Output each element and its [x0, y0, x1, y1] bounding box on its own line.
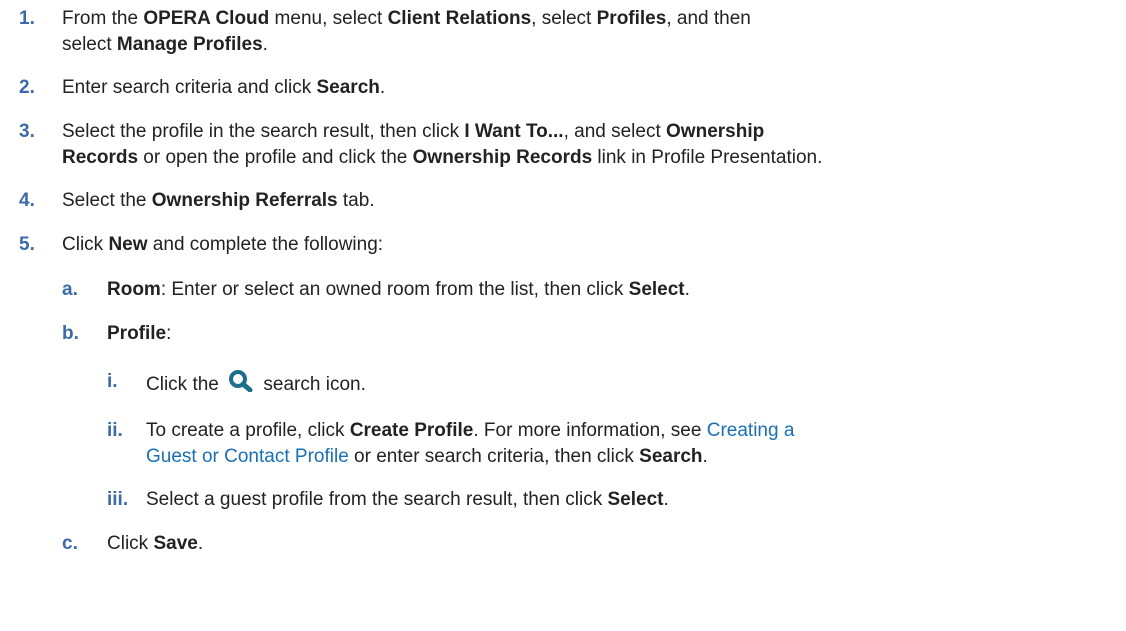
substep-letter: a. [62, 279, 78, 300]
subsubstep-numeral: iii. [107, 489, 129, 510]
ui-term: Records [62, 147, 139, 168]
ui-term: OPERA Cloud [143, 8, 270, 29]
step-text-line: select Manage Profiles. [62, 34, 268, 55]
step-text-line: Enter search criteria and click Search. [62, 77, 386, 98]
step-text-line: Select the Ownership Referrals tab. [62, 190, 375, 211]
step-text-line: Guest or Contact Profile or enter search… [146, 446, 708, 467]
ui-term: I Want To... [464, 121, 564, 142]
step-number: 4. [19, 190, 35, 211]
step-number: 5. [19, 234, 35, 255]
ui-term: Search [316, 77, 380, 98]
subsubstep-numeral: i. [107, 371, 118, 392]
ui-term: Manage Profiles [116, 34, 263, 55]
step-text-line: From the OPERA Cloud menu, select Client… [62, 8, 751, 29]
step-text-line: Click New and complete the following: [62, 234, 384, 255]
step-text-line: Click the search icon. [146, 370, 366, 397]
ui-term: Create Profile [349, 420, 474, 441]
ui-term: Ownership [666, 121, 765, 142]
step-text-line: Profile: [107, 323, 172, 344]
search-icon-glyph [229, 370, 253, 393]
step-number: 2. [19, 77, 35, 98]
step-text-line: Select a guest profile from the search r… [146, 489, 669, 510]
ui-term: Profiles [596, 8, 667, 29]
ui-term: Room [107, 279, 161, 300]
ui-term: Search [639, 446, 703, 467]
ui-term: Select [628, 279, 685, 300]
search-icon [228, 370, 254, 393]
ui-term: Ownership Referrals [151, 190, 338, 211]
step-number: 3. [19, 121, 35, 142]
step-text-line: Room: Enter or select an owned room from… [107, 279, 690, 300]
creating-profile-link[interactable]: Guest or Contact Profile [146, 446, 349, 467]
ui-term: Save [153, 533, 198, 554]
substep-letter: c. [62, 533, 78, 554]
ui-term: Ownership Records [412, 147, 593, 168]
procedure-document: 1. From the OPERA Cloud menu, select Cli… [0, 0, 1126, 631]
subsubstep-numeral: ii. [107, 420, 123, 441]
creating-profile-link[interactable]: Creating a [707, 420, 795, 441]
step-text-line: Select the profile in the search result,… [62, 121, 765, 142]
step-text-line: Records or open the profile and click th… [62, 147, 823, 168]
step-number: 1. [19, 8, 35, 29]
step-text-line: Click Save. [107, 533, 204, 554]
substep-letter: b. [62, 323, 79, 344]
step-text-line: To create a profile, click Create Profil… [146, 420, 795, 441]
ui-term: Select [607, 489, 664, 510]
ui-term: Profile [107, 323, 167, 344]
ui-term: Client Relations [387, 8, 532, 29]
ui-term: New [108, 234, 148, 255]
